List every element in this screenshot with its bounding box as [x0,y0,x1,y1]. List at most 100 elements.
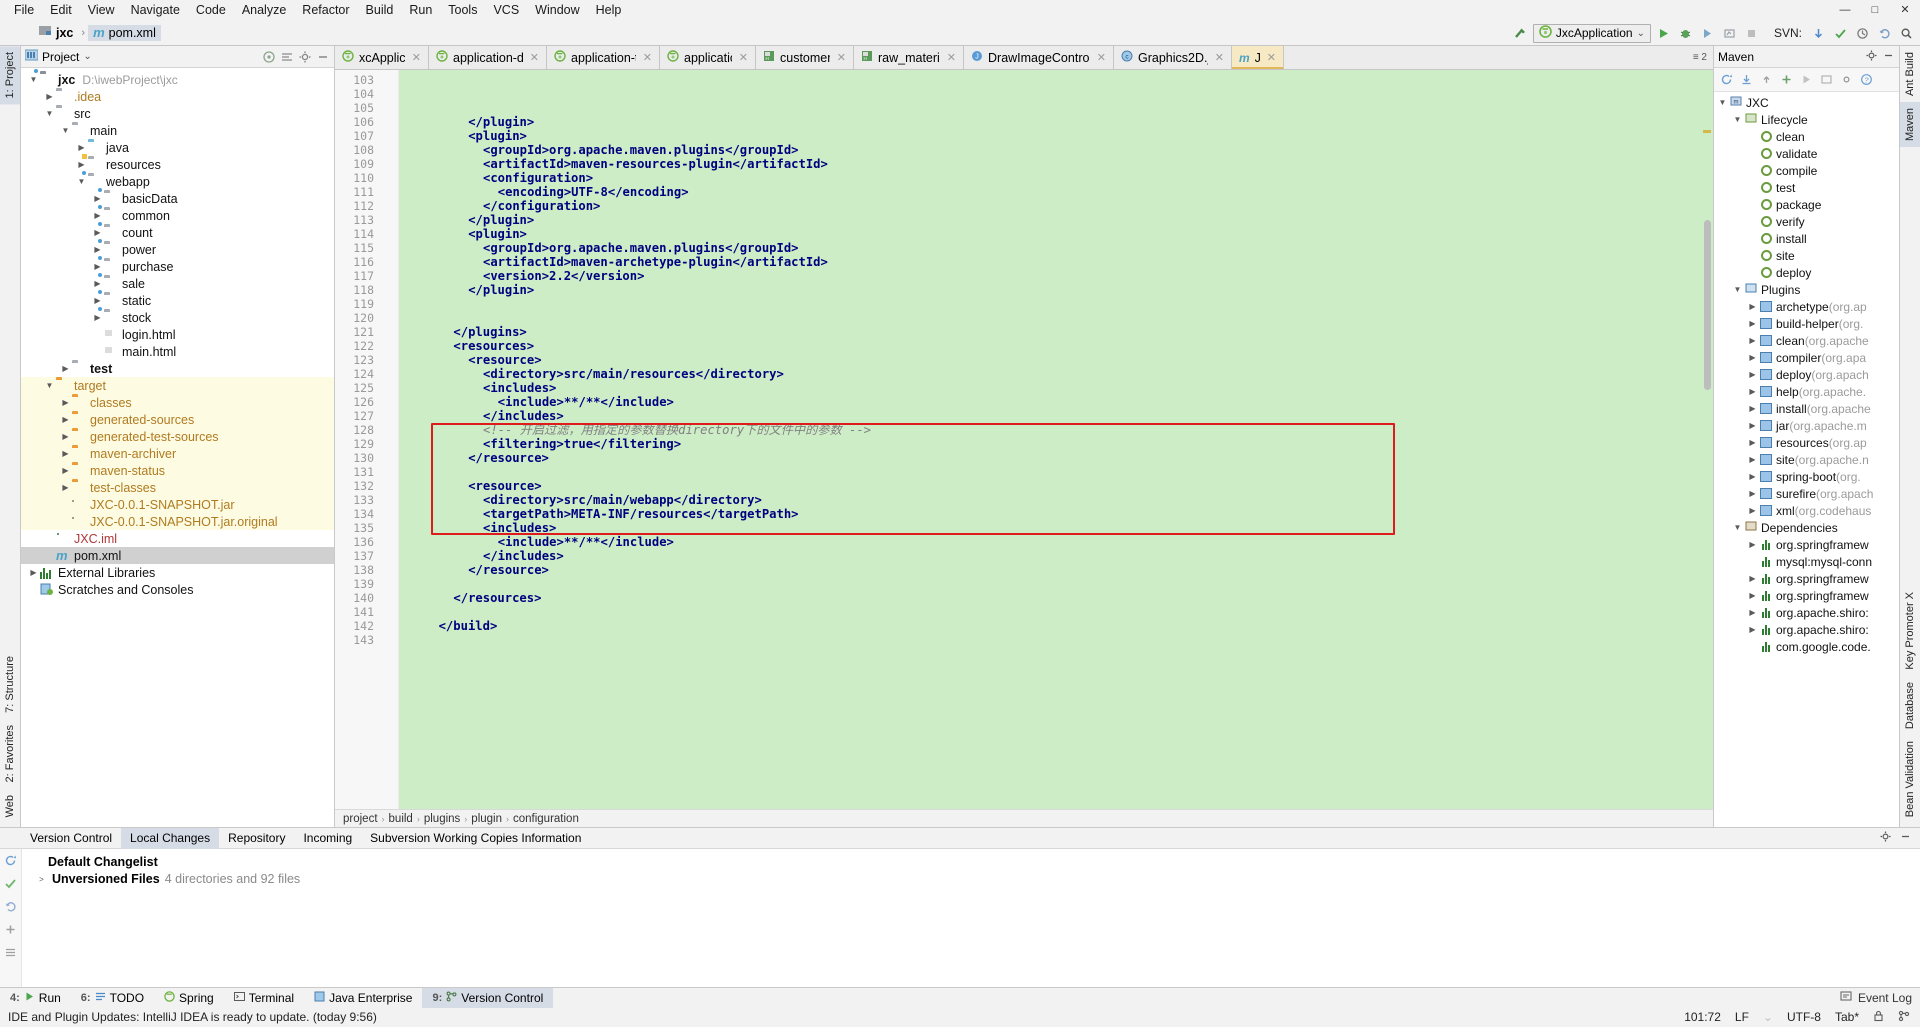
chevron-right-icon[interactable]: ▶ [43,92,56,101]
tree-node-purchase[interactable]: ▶ purchase [21,254,334,275]
editor-tab-drawimagecontroller-java[interactable]: J DrawImageController.java ✕ [964,46,1114,69]
maven-node-resources[interactable]: ▶ resources (org.ap [1714,434,1899,451]
close-icon[interactable]: ✕ [1097,51,1106,64]
close-icon[interactable]: ✕ [1267,51,1276,64]
code-line-127[interactable]: </resource> [399,451,1713,465]
maven-node-org-apache-shiro-[interactable]: ▶ org.apache.shiro: [1714,621,1899,638]
hammer-icon[interactable] [1511,24,1530,43]
maven-node-clean[interactable]: clean [1714,128,1899,145]
gutter-line-109[interactable]: 109 [335,157,398,171]
tool-window-button-spring[interactable]: Spring [154,988,224,1008]
tool-window-button-terminal[interactable]: Terminal [224,988,304,1008]
chevron-right-icon[interactable]: ▶ [59,415,72,424]
close-icon[interactable]: ✕ [739,51,748,64]
tool-strip-maven[interactable]: Maven [1900,102,1920,148]
gutter-line-121[interactable]: 121 [335,325,398,339]
editor-tabs[interactable]: xcApplication.java✕application-dev.yml✕a… [335,46,1713,70]
tool-strip-key-promoter-x[interactable]: Key Promoter X [1900,586,1920,676]
maven-node-package[interactable]: package [1714,196,1899,213]
tree-node-static[interactable]: ▶ static [21,288,334,309]
chevron-right-icon[interactable]: ▶ [1746,438,1759,447]
tab-list-icon[interactable]: ≡ 2 [1693,52,1707,63]
chevron-right-icon[interactable]: ▶ [91,279,104,288]
run-configuration-selector[interactable]: JxcApplication ⌄ [1532,23,1651,43]
tool-window-button-todo[interactable]: 6: TODO [71,988,154,1008]
code-line-128[interactable] [399,465,1713,479]
indent-setting[interactable]: Tab* [1835,1010,1859,1024]
breadcrumb-item-pom-xml[interactable]: m pom.xml [88,24,161,41]
code-line-110[interactable]: </plugin> [399,213,1713,227]
chevron-right-icon[interactable]: ▶ [91,262,104,271]
toggle-icon[interactable] [1820,73,1834,87]
code-line-139[interactable]: </build> [399,619,1713,633]
maven-node-jar[interactable]: ▶ jar (org.apache.m [1714,417,1899,434]
tool-strip-database[interactable]: Database [1900,676,1920,735]
gutter-line-136[interactable]: 136 [335,535,398,549]
code-line-117[interactable] [399,311,1713,325]
svn-commit-icon[interactable] [1831,24,1850,43]
tree-node-basicdata[interactable]: ▶ basicData [21,186,334,207]
vcs-tab-local-changes[interactable]: Local Changes [121,827,220,849]
menu-item-refactor[interactable]: Refactor [294,0,357,20]
hide-panel-icon[interactable] [316,50,330,64]
chevron-right-icon[interactable]: ▶ [1746,574,1759,583]
list-icon[interactable] [4,946,18,960]
vcs-tab-bar[interactable]: Version Control Local Changes Repository In… [0,827,1920,849]
tree-node-java[interactable]: ▶ java [21,139,334,156]
editor-gutter[interactable]: 103 104 105 106 107 108 109 110 111 112 113 114 115 1… [335,70,399,809]
maven-node-com-google-code-[interactable]: com.google.code. [1714,638,1899,655]
code-line-143[interactable] [399,675,1713,689]
chevron-right-icon[interactable]: ▶ [59,398,72,407]
gutter-line-122[interactable]: 122 [335,339,398,353]
maven-node-org-springframew[interactable]: ▶ org.springframew [1714,570,1899,587]
chevron-right-icon[interactable]: ▶ [1746,404,1759,413]
maven-node-deploy[interactable]: deploy [1714,264,1899,281]
tool-strip-bean-validation[interactable]: Bean Validation [1900,735,1920,823]
tool-strip-web[interactable]: Web [0,789,20,823]
gutter-line-138[interactable]: 138 [335,563,398,577]
gutter-line-141[interactable]: 141 [335,605,398,619]
chevron-right-icon[interactable]: ▶ [1746,591,1759,600]
editor-breadcrumb-plugins[interactable]: plugins [424,813,460,825]
tool-window-button-run[interactable]: 4: Run [0,988,71,1008]
code-line-125[interactable]: <!-- 开启过滤，用指定的参数替换directory下的文件中的参数 --> [399,423,1713,437]
chevron-right-icon[interactable]: ▶ [59,449,72,458]
code-line-105[interactable]: <groupId>org.apache.maven.plugins</group… [399,143,1713,157]
chevron-right-icon[interactable]: ▶ [1746,472,1759,481]
gutter-line-114[interactable]: 114 [335,227,398,241]
chevron-down-icon[interactable]: ▼ [43,381,56,390]
gear-icon[interactable] [1879,830,1892,846]
collapse-icon[interactable] [280,50,294,64]
chevron-right-icon[interactable]: ▶ [1746,302,1759,311]
maven-node-install[interactable]: ▶ install (org.apache [1714,400,1899,417]
chevron-down-icon[interactable]: ▼ [1731,285,1744,294]
chevron-right-icon[interactable]: ▶ [59,466,72,475]
maven-node-org-springframew[interactable]: ▶ org.springframew [1714,536,1899,553]
gutter-line-107[interactable]: 107 [335,129,398,143]
code-line-109[interactable]: </configuration> [399,199,1713,213]
check-icon[interactable] [4,877,18,891]
chevron-right-icon[interactable]: ▶ [59,483,72,492]
run-icon[interactable] [1800,73,1814,87]
gutter-line-130[interactable]: 130 [335,451,398,465]
gutter-line-119[interactable]: 119 [335,297,398,311]
tree-node-target[interactable]: ▼ target [21,377,334,394]
chevron-right-icon[interactable]: ▶ [59,432,72,441]
maven-node-site[interactable]: site [1714,247,1899,264]
gutter-line-125[interactable]: 125 [335,381,398,395]
chevron-right-icon[interactable]: ▶ [91,211,104,220]
close-icon[interactable]: ✕ [1215,51,1224,64]
status-message[interactable]: IDE and Plugin Updates: IntelliJ IDEA is… [8,1010,377,1024]
tree-node-maven-archiver[interactable]: ▶ maven-archiver [21,445,334,462]
gear-icon[interactable] [1865,49,1878,65]
tool-strip-2-favorites[interactable]: 2: Favorites [0,719,20,788]
branch-icon[interactable] [1898,1010,1910,1025]
chevron-right-icon[interactable]: ▶ [1746,353,1759,362]
chevron-right-icon[interactable]: ▶ [1746,540,1759,549]
editor-tabs-overflow[interactable]: ≡ 2 [1686,46,1713,69]
svn-history-icon[interactable] [1853,24,1872,43]
code-line-140[interactable] [399,633,1713,647]
code-line-116[interactable] [399,297,1713,311]
chevron-down-icon[interactable]: ⌄ [1637,28,1645,39]
chevron-right-icon[interactable]: ▶ [1746,455,1759,464]
